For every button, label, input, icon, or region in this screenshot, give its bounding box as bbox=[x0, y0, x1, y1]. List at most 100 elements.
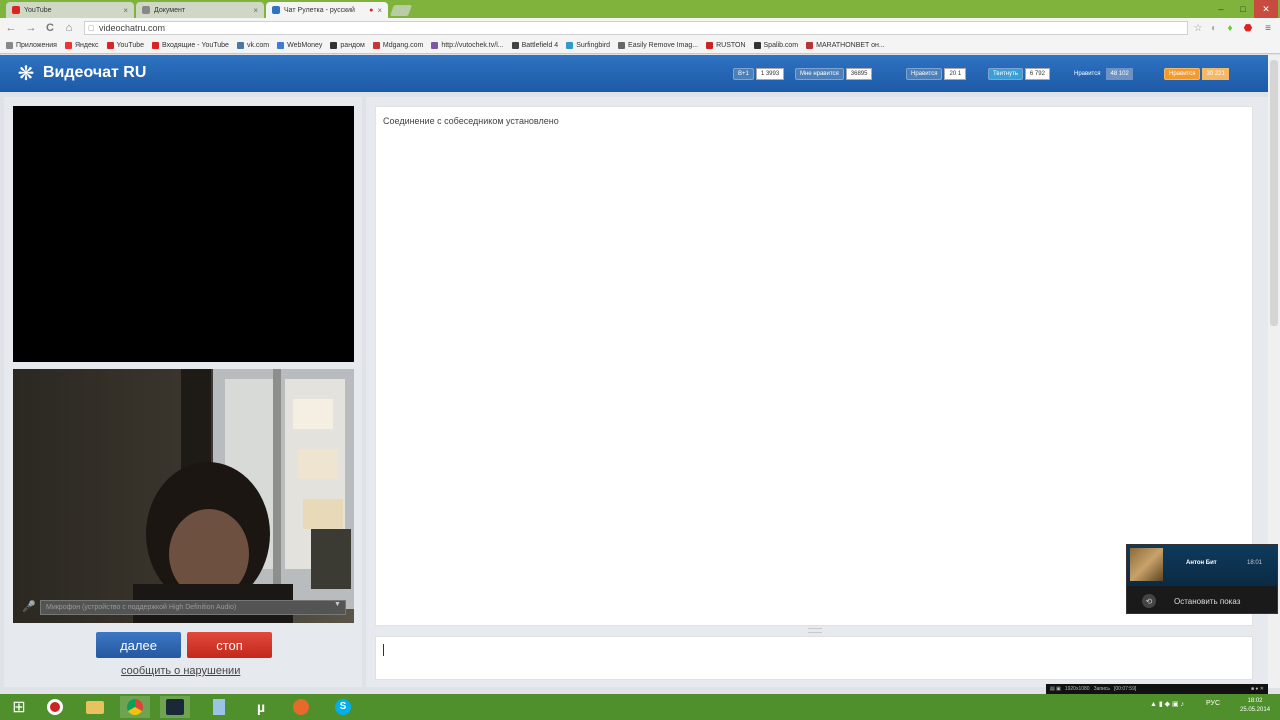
forward-icon[interactable]: → bbox=[24, 20, 38, 36]
address-bar[interactable]: videochatru.com bbox=[84, 21, 1188, 35]
notepad-icon[interactable] bbox=[204, 696, 234, 718]
tweet-button[interactable]: Твитнуть bbox=[988, 68, 1023, 80]
logo-icon: ❋ bbox=[17, 63, 35, 85]
tab-label: Документ bbox=[154, 6, 186, 14]
tab-youtube[interactable]: YouTube × bbox=[6, 2, 134, 18]
bookmark-item[interactable]: vk.com bbox=[236, 42, 269, 49]
facebook-like-button[interactable]: Нравится bbox=[906, 68, 943, 80]
stranger-video bbox=[13, 106, 354, 362]
chevron-down-icon: ▼ bbox=[334, 601, 341, 608]
stop-share-icon[interactable]: ⟲ bbox=[1142, 594, 1156, 608]
gplus-share[interactable]: В+1 1 3993 bbox=[733, 68, 785, 80]
webcam-frame bbox=[13, 369, 354, 623]
chat-favicon-icon bbox=[272, 6, 280, 14]
window-minimize-button[interactable]: – bbox=[1210, 0, 1232, 18]
youtube-icon bbox=[106, 42, 114, 49]
link-icon bbox=[431, 42, 439, 49]
share-count: 6 792 bbox=[1024, 68, 1050, 80]
page-icon bbox=[618, 42, 626, 49]
back-icon[interactable]: ← bbox=[4, 20, 18, 36]
bookmark-item[interactable]: WebMoney bbox=[277, 42, 322, 49]
scrollbar-thumb[interactable] bbox=[1270, 60, 1278, 326]
bookmark-item[interactable]: RUSTON bbox=[706, 42, 746, 49]
firefox-icon[interactable] bbox=[286, 696, 316, 718]
tab-close-icon[interactable]: × bbox=[123, 6, 128, 15]
recording-dot-icon: ● bbox=[369, 6, 374, 14]
clock-date: 25.05.2014 bbox=[1240, 707, 1271, 713]
bookmark-item[interactable]: http://vutochek.tv/l... bbox=[431, 42, 504, 49]
vk-share[interactable]: Мне нравится 36895 bbox=[795, 68, 873, 80]
tray-icons[interactable]: ▲ ▮ ◆ ▣ ♪ bbox=[1150, 700, 1184, 708]
reload-icon[interactable]: C bbox=[43, 20, 57, 36]
rec-timer: [00:07:59] bbox=[1114, 686, 1137, 692]
stop-share-button[interactable]: Остановить показ bbox=[1174, 597, 1240, 606]
microphone-select[interactable]: Микрофон (устройство с поддержкой High D… bbox=[40, 600, 346, 615]
bookmark-item[interactable]: YouTube bbox=[106, 42, 144, 49]
skype-icon[interactable]: S bbox=[328, 696, 358, 718]
bookmark-item[interactable]: Приложения bbox=[6, 42, 57, 49]
tab-chatroulette[interactable]: Чат Рулетка - русский ● × bbox=[266, 2, 388, 18]
facebook-share[interactable]: Нравится 20 1 bbox=[906, 68, 967, 80]
rec-tools-icon[interactable]: ▤ ▣ bbox=[1050, 686, 1061, 692]
window-maximize-button[interactable]: □ bbox=[1232, 0, 1254, 18]
rec-controls-icon[interactable]: ■ ● ✕ bbox=[1251, 686, 1264, 692]
caller-name: Антон Бит bbox=[1186, 560, 1217, 566]
ok-share[interactable]: Нравится 30 221 bbox=[1164, 68, 1229, 80]
recorder-bar: ▤ ▣ 1920x1080 Запись [00:07:59] ■ ● ✕ bbox=[1046, 684, 1268, 694]
language-indicator[interactable]: РУС bbox=[1206, 700, 1220, 707]
webmoney-icon bbox=[277, 42, 285, 49]
window-close-button[interactable]: ✕ bbox=[1254, 0, 1278, 18]
bookmark-star-icon[interactable]: ☆ bbox=[1192, 22, 1204, 34]
share-count: 48 102 bbox=[1106, 68, 1133, 80]
report-abuse-link[interactable]: сообщить о нарушении bbox=[121, 665, 240, 677]
stop-button[interactable]: стоп bbox=[187, 632, 272, 658]
tab-close-icon[interactable]: × bbox=[253, 6, 258, 15]
opera-icon[interactable] bbox=[40, 696, 70, 718]
bookmark-item[interactable]: MARATHONBET он... bbox=[806, 42, 885, 49]
taskbar-clock[interactable]: 18:02 25.05.2014 bbox=[1240, 697, 1270, 715]
bookmark-item[interactable]: Яндекс bbox=[64, 42, 99, 49]
mailru-share[interactable]: Нравится 48 102 bbox=[1070, 68, 1133, 80]
home-icon[interactable]: ⌂ bbox=[62, 20, 76, 36]
site-logo[interactable]: Видеочат RU bbox=[43, 64, 146, 82]
mailru-like-button[interactable]: Нравится bbox=[1070, 68, 1104, 80]
windows-start-icon[interactable]: ⊞ bbox=[4, 696, 34, 718]
tab-close-icon[interactable]: × bbox=[377, 6, 382, 15]
microphone-icon: 🎤 bbox=[22, 601, 36, 613]
gplus-button[interactable]: В+1 bbox=[733, 68, 754, 80]
vk-like-button[interactable]: Мне нравится bbox=[795, 68, 844, 80]
share-count: 20 1 bbox=[944, 68, 967, 80]
resize-handle[interactable] bbox=[808, 628, 822, 633]
avatar bbox=[1130, 548, 1163, 581]
utorrent-icon[interactable]: µ bbox=[246, 696, 276, 718]
mdgang-icon bbox=[372, 42, 380, 49]
message-input[interactable] bbox=[375, 636, 1253, 680]
bookmark-item[interactable]: Surfingbird bbox=[566, 42, 610, 49]
twitter-share[interactable]: Твитнуть 6 792 bbox=[988, 68, 1050, 80]
explorer-icon[interactable] bbox=[80, 696, 110, 718]
chrome-icon[interactable] bbox=[120, 696, 150, 718]
steam-icon[interactable] bbox=[160, 696, 190, 718]
page-icon: ▢ bbox=[88, 25, 95, 32]
yandex-icon bbox=[64, 42, 72, 49]
bookmark-item[interactable]: рандом bbox=[330, 42, 365, 49]
bookmark-item[interactable]: Mdgang.com bbox=[372, 42, 423, 49]
rec-label: Запись bbox=[1093, 686, 1110, 692]
connection-status: Соединение с собеседником установлено bbox=[383, 116, 559, 126]
adblock-icon[interactable]: ⬣ bbox=[1242, 22, 1254, 34]
ok-like-button[interactable]: Нравится bbox=[1164, 68, 1201, 80]
tab-document[interactable]: Документ × bbox=[136, 2, 264, 18]
next-button[interactable]: далее bbox=[96, 632, 181, 658]
tab-label: YouTube bbox=[24, 6, 52, 14]
share-count: 36895 bbox=[845, 68, 873, 80]
ruston-icon bbox=[706, 42, 714, 49]
extension-leaf-icon[interactable]: ♦ bbox=[1224, 22, 1236, 34]
self-video bbox=[13, 369, 354, 623]
bookmark-item[interactable]: Входящие - YouTube bbox=[152, 42, 229, 49]
bookmark-item[interactable]: Spalib.com bbox=[753, 42, 798, 49]
menu-icon[interactable]: ≡ bbox=[1262, 22, 1274, 34]
bookmark-item[interactable]: Battlefield 4 bbox=[511, 42, 558, 49]
bookmark-item[interactable]: Easily Remove Imag... bbox=[618, 42, 698, 49]
extension-icon[interactable]: ◐ bbox=[1208, 22, 1220, 34]
surfingbird-icon bbox=[566, 42, 574, 49]
